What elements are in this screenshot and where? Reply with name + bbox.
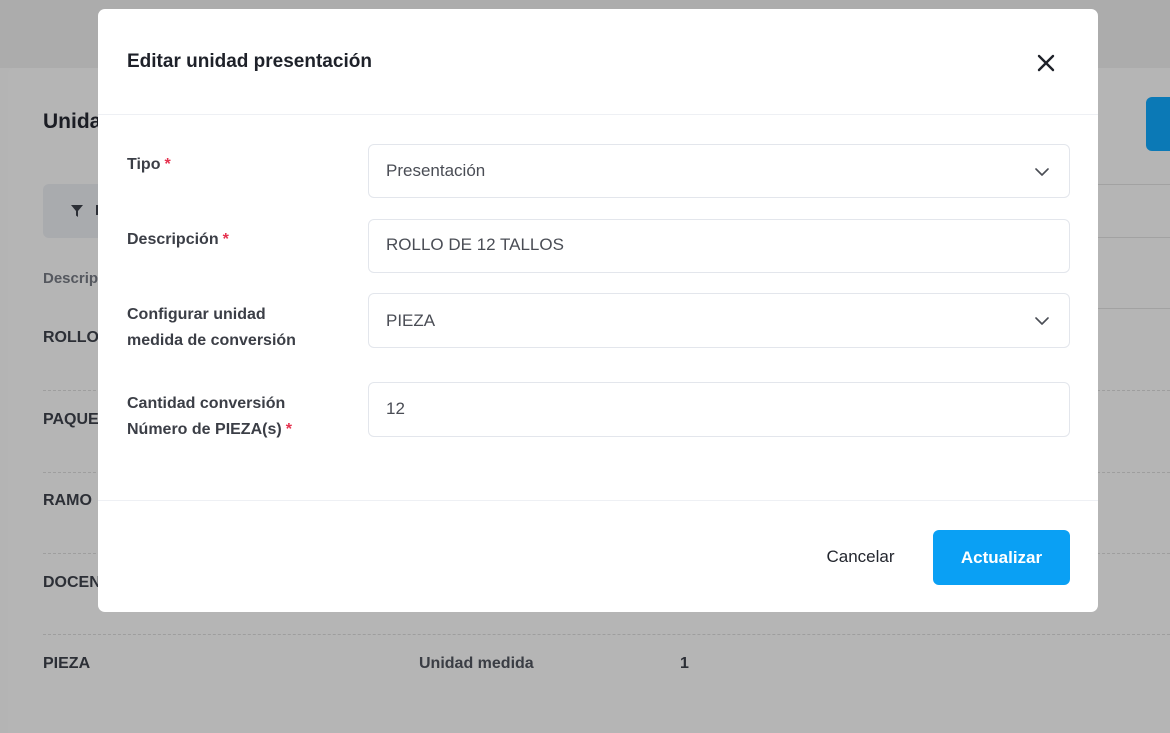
required-asterisk: * xyxy=(164,156,171,173)
table-cell-tipo: Unidad medida xyxy=(419,655,534,672)
tipo-label: Tipo * xyxy=(127,156,171,173)
table-row: ROLLO xyxy=(43,329,99,346)
chevron-down-icon xyxy=(1035,317,1049,325)
configurar-select[interactable]: PIEZA xyxy=(368,293,1070,348)
tipo-value: Presentación xyxy=(386,161,486,180)
required-asterisk: * xyxy=(285,421,292,438)
table-header-descripcion: Descrip xyxy=(43,270,99,287)
modal-footer: Cancelar Actualizar xyxy=(98,500,1098,612)
filter-icon xyxy=(71,205,83,217)
chevron-down-icon xyxy=(1035,168,1049,176)
configurar-label: Configurar unidad medida de conversión xyxy=(127,306,296,349)
modal-title: Editar unidad presentación xyxy=(127,51,372,72)
table-row: PIEZA xyxy=(43,655,91,672)
modal-header: Editar unidad presentación xyxy=(98,9,1098,115)
divider xyxy=(1098,237,1170,238)
descripcion-value: ROLLO DE 12 TALLOS xyxy=(386,235,564,254)
divider xyxy=(1098,184,1170,185)
row-divider xyxy=(43,634,1170,635)
divider xyxy=(1098,308,1170,309)
add-button[interactable] xyxy=(1146,97,1170,151)
table-row: RAMO xyxy=(43,492,92,509)
cantidad-value: 12 xyxy=(386,399,405,418)
configurar-value: PIEZA xyxy=(386,311,436,330)
table-cell-cantidad: 1 xyxy=(680,655,689,672)
descripcion-input[interactable]: ROLLO DE 12 TALLOS xyxy=(368,219,1070,273)
edit-unit-modal: Editar unidad presentación Tipo * Present… xyxy=(98,9,1098,612)
required-asterisk: * xyxy=(222,231,229,248)
cancel-button[interactable]: Cancelar xyxy=(808,529,913,584)
table-row: PAQUE xyxy=(43,411,99,428)
cantidad-label: Cantidad conversión Número de PIEZA(s) * xyxy=(127,395,292,438)
descripcion-label: Descripción * xyxy=(127,231,229,248)
cantidad-input[interactable]: 12 xyxy=(368,382,1070,437)
close-icon[interactable] xyxy=(1034,51,1058,75)
update-button[interactable]: Actualizar xyxy=(933,530,1070,585)
table-row: DOCEN xyxy=(43,574,101,591)
page-title: Unida xyxy=(43,110,102,133)
tipo-select[interactable]: Presentación xyxy=(368,144,1070,198)
